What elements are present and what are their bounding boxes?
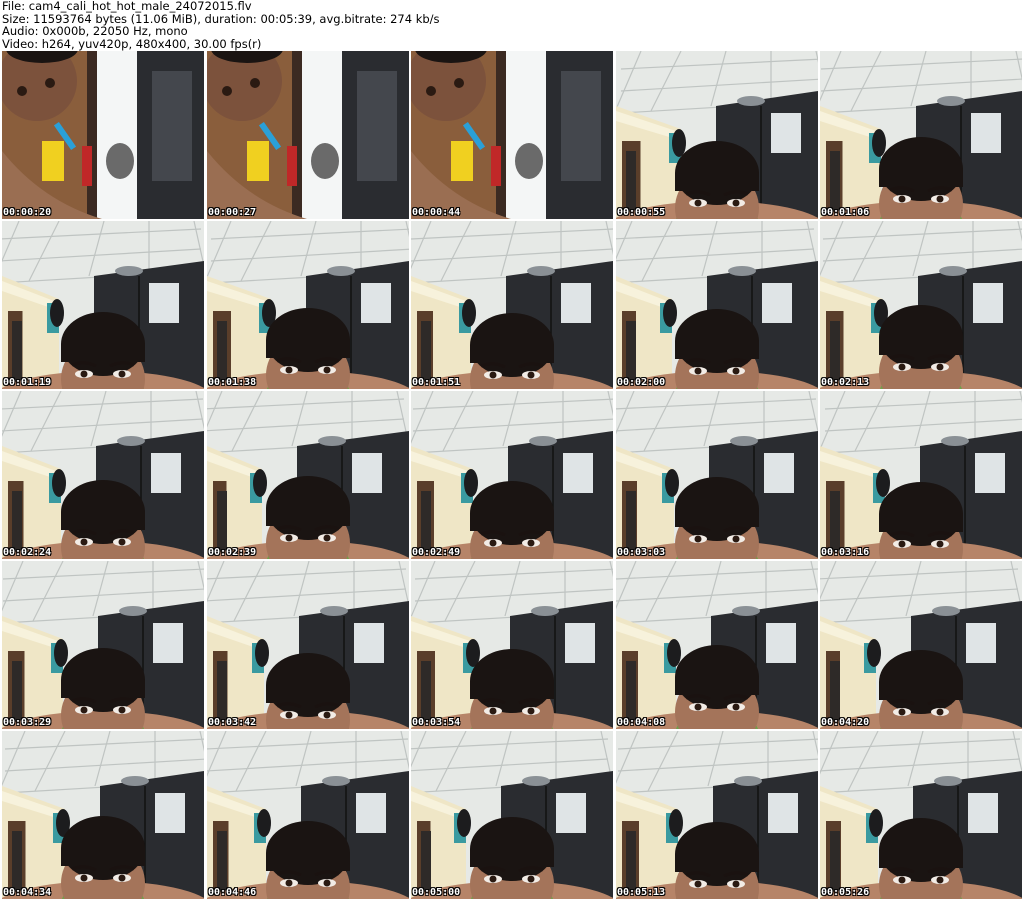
thumbnail-frame-image (820, 221, 1022, 389)
thumbnail-timestamp: 00:00:27 (208, 207, 257, 218)
thumbnail-frame-image (207, 51, 409, 219)
thumbnail-timestamp: 00:03:16 (821, 547, 870, 558)
video-thumbnail: 00:01:38 (207, 221, 409, 389)
video-thumbnail: 00:02:39 (207, 391, 409, 559)
thumbnail-frame-image (2, 51, 204, 219)
video-thumbnail: 00:00:44 (411, 51, 613, 219)
thumbnail-timestamp: 00:02:00 (617, 377, 666, 388)
thumbnail-frame-image (616, 51, 818, 219)
video-thumbnail: 00:01:06 (820, 51, 1022, 219)
thumbnail-frame-image (411, 561, 613, 729)
thumbnail-timestamp: 00:04:08 (617, 717, 666, 728)
thumbnail-frame-image (616, 561, 818, 729)
thumbnail-frame-image (207, 731, 409, 899)
video-thumbnail: 00:00:55 (616, 51, 818, 219)
thumbnail-timestamp: 00:01:19 (3, 377, 52, 388)
video-thumbnail: 00:02:24 (2, 391, 204, 559)
thumbnail-frame-image (207, 391, 409, 559)
thumbnail-timestamp: 00:05:13 (617, 887, 666, 898)
thumbnail-timestamp: 00:05:00 (412, 887, 461, 898)
thumbnail-frame-image (207, 561, 409, 729)
video-thumbnail: 00:04:08 (616, 561, 818, 729)
thumbnail-timestamp: 00:03:03 (617, 547, 666, 558)
file-name-line: File: cam4_cali_hot_hot_male_24072015.fl… (2, 0, 252, 13)
video-thumbnail: 00:03:54 (411, 561, 613, 729)
video-thumbnail: 00:03:03 (616, 391, 818, 559)
video-thumbnail: 00:00:27 (207, 51, 409, 219)
thumbnail-timestamp: 00:00:44 (412, 207, 461, 218)
thumbnail-timestamp: 00:01:51 (412, 377, 461, 388)
thumbnail-timestamp: 00:02:13 (821, 377, 870, 388)
thumbnail-timestamp: 00:03:54 (412, 717, 461, 728)
thumbnail-frame-image (616, 731, 818, 899)
video-thumbnail: 00:03:29 (2, 561, 204, 729)
thumbnail-timestamp: 00:03:29 (3, 717, 52, 728)
thumbnail-grid: 00:00:20 00:00:27 00:00:44 00:00:55 00:01:06… (2, 51, 1022, 899)
thumbnail-timestamp: 00:04:20 (821, 717, 870, 728)
thumbnail-frame-image (820, 731, 1022, 899)
thumbnail-timestamp: 00:00:20 (3, 207, 52, 218)
thumbnail-frame-image (616, 221, 818, 389)
video-thumbnail: 00:05:26 (820, 731, 1022, 899)
audio-info-line: Audio: 0x000b, 22050 Hz, mono (2, 24, 188, 39)
thumbnail-timestamp: 00:01:06 (821, 207, 870, 218)
video-thumbnail: 00:05:13 (616, 731, 818, 899)
video-thumbnail: 00:04:46 (207, 731, 409, 899)
thumbnail-frame-image (207, 221, 409, 389)
thumbnail-frame-image (616, 391, 818, 559)
video-thumbnail: 00:01:19 (2, 221, 204, 389)
thumbnail-frame-image (411, 391, 613, 559)
video-thumbnail: 00:03:42 (207, 561, 409, 729)
thumbnail-timestamp: 00:02:24 (3, 547, 52, 558)
thumbnail-frame-image (411, 51, 613, 219)
thumbnail-frame-image (411, 731, 613, 899)
file-info-header: File: cam4_cali_hot_hot_male_24072015.fl… (2, 0, 440, 50)
video-thumbnail: 00:04:34 (2, 731, 204, 899)
thumbnail-frame-image (820, 51, 1022, 219)
thumbnail-frame-image (820, 561, 1022, 729)
video-thumbnail: 00:01:51 (411, 221, 613, 389)
thumbnail-frame-image (2, 561, 204, 729)
thumbnail-timestamp: 00:02:49 (412, 547, 461, 558)
thumbnail-frame-image (2, 221, 204, 389)
video-thumbnail: 00:02:00 (616, 221, 818, 389)
video-thumbnail: 00:03:16 (820, 391, 1022, 559)
video-thumbnail: 00:05:00 (411, 731, 613, 899)
thumbnail-frame-image (820, 391, 1022, 559)
thumbnail-timestamp: 00:04:34 (3, 887, 52, 898)
thumbnail-frame-image (2, 731, 204, 899)
video-thumbnail: 00:00:20 (2, 51, 204, 219)
video-info-line: Video: h264, yuv420p, 480x400, 30.00 fps… (2, 36, 262, 51)
thumbnail-timestamp: 00:02:39 (208, 547, 257, 558)
thumbnail-timestamp: 00:03:42 (208, 717, 257, 728)
thumbnail-timestamp: 00:01:38 (208, 377, 257, 388)
video-thumbnail: 00:02:49 (411, 391, 613, 559)
thumbnail-timestamp: 00:04:46 (208, 887, 257, 898)
video-thumbnail: 00:04:20 (820, 561, 1022, 729)
video-thumbnail: 00:02:13 (820, 221, 1022, 389)
thumbnail-timestamp: 00:05:26 (821, 887, 870, 898)
thumbnail-timestamp: 00:00:55 (617, 207, 666, 218)
thumbnail-frame-image (2, 391, 204, 559)
thumbnail-frame-image (411, 221, 613, 389)
